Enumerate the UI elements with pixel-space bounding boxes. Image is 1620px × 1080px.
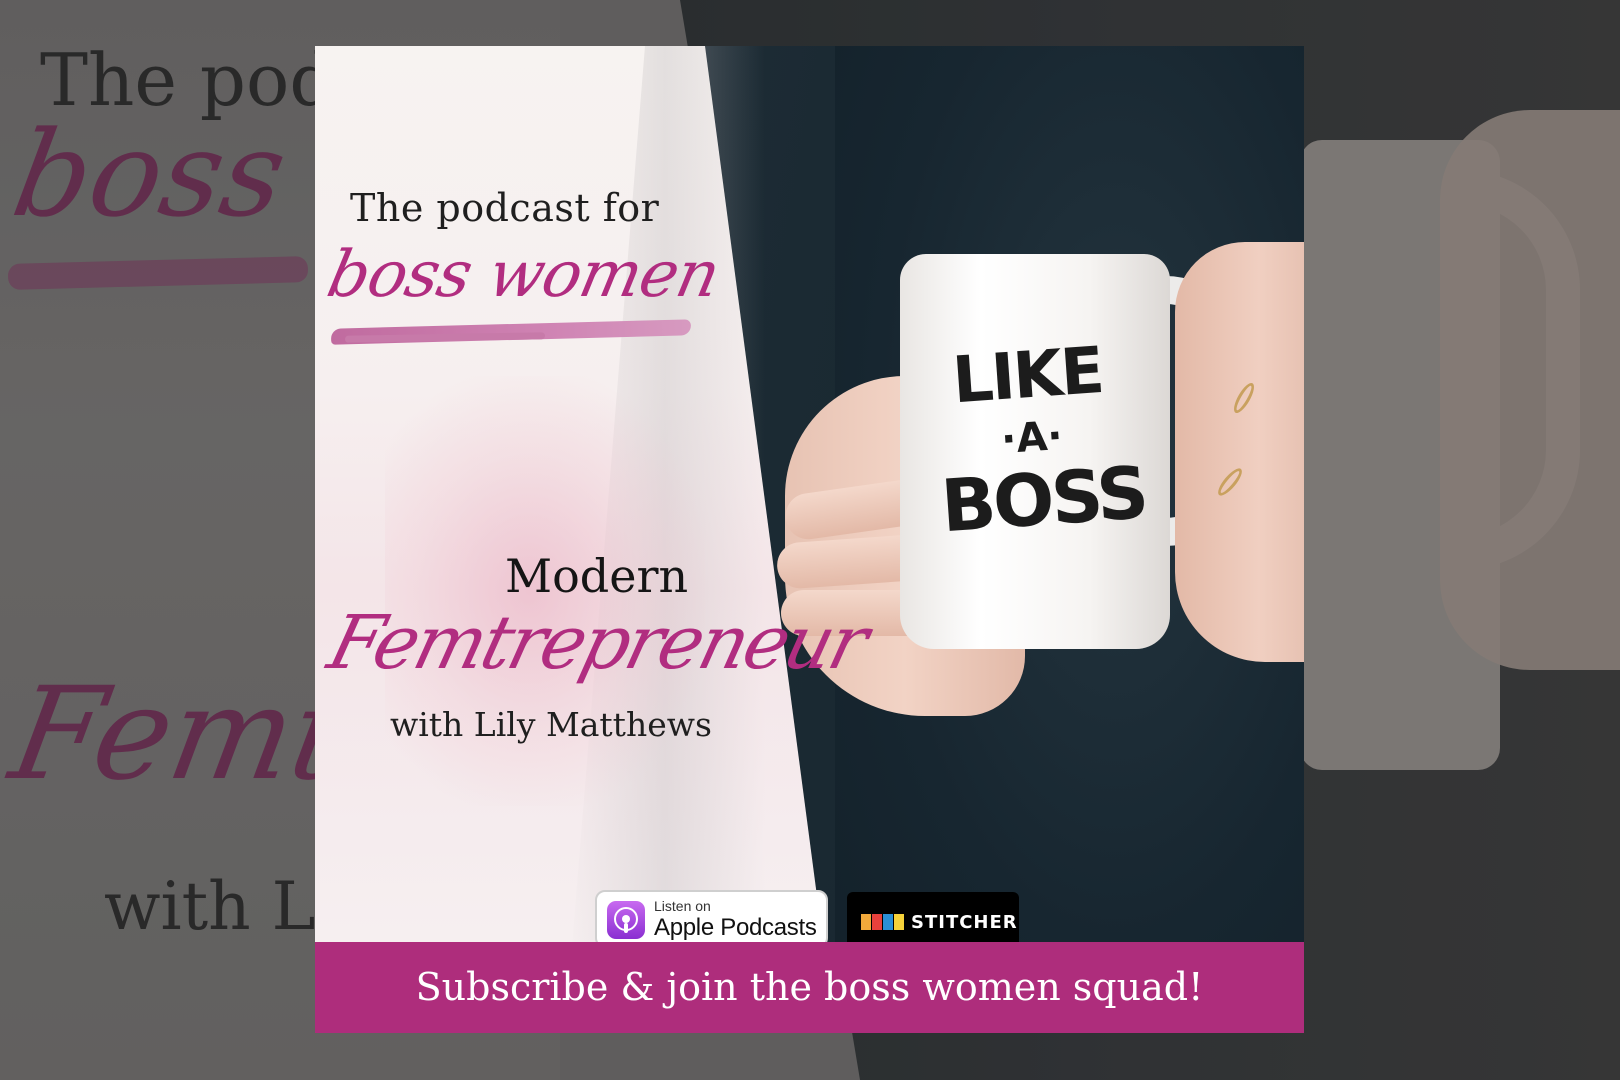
mug-line-3: BOSS bbox=[938, 450, 1149, 549]
apple-badge-small-text: Listen on bbox=[654, 898, 711, 914]
host-line: with Lily Matthews bbox=[390, 705, 712, 744]
mug-line-1: LIKE bbox=[950, 334, 1105, 419]
apple-podcasts-icon bbox=[607, 901, 645, 939]
show-name-top: Modern bbox=[505, 549, 689, 603]
stitcher-bars-icon bbox=[861, 914, 905, 930]
mug-print: LIKE ·A· BOSS bbox=[931, 334, 1149, 549]
right-hand bbox=[1175, 242, 1304, 662]
podcast-cover-card: LIKE ·A· BOSS The podcast for boss women… bbox=[315, 46, 1304, 1033]
stitcher-label: STITCHER bbox=[911, 912, 1018, 933]
show-name-script: Femtrepreneur bbox=[320, 600, 874, 686]
apple-podcasts-badge[interactable]: Listen on Apple Podcasts bbox=[595, 890, 828, 948]
subscribe-banner: Subscribe & join the boss women squad! bbox=[315, 942, 1304, 1033]
tagline: The podcast for bbox=[350, 186, 660, 230]
subscribe-banner-text: Subscribe & join the boss women squad! bbox=[415, 965, 1204, 1009]
script-title: boss women bbox=[321, 238, 726, 312]
apple-badge-label: Apple Podcasts bbox=[654, 914, 817, 941]
